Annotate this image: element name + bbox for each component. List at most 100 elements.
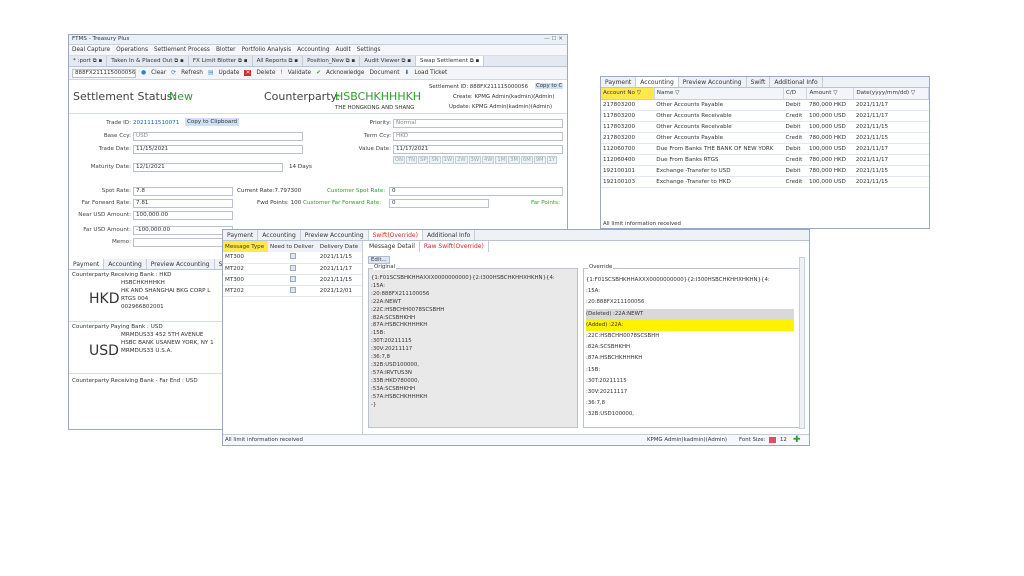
ticket-id-input[interactable]: 888FX211115000056 (72, 68, 136, 78)
table-row[interactable]: 117803200 Other Accounts Receivable Credit… (601, 110, 929, 121)
table-row[interactable]: 192100103 Exchange -Transfer to HKD Credit… (601, 176, 929, 187)
tenor-button[interactable]: 3M (508, 156, 520, 164)
table-row[interactable]: 117803200 Other Accounts Receivable Debit 1… (601, 121, 929, 132)
tenor-button[interactable]: 3W (468, 156, 481, 164)
cust-spot-input[interactable]: 0 (389, 187, 563, 196)
table-row[interactable]: 112060700 Due From Banks THE BANK OF NEW … (601, 143, 929, 154)
accounting-tab[interactable]: Accounting (636, 77, 679, 87)
table-cell: Exchange -Transfer to HKD (656, 178, 731, 185)
table-row[interactable]: 112060400 Due From Banks RTGS Credit 780,00… (601, 154, 929, 165)
table-row[interactable]: 192100101 Exchange -Transfer to USD Debit 7… (601, 165, 929, 176)
tenor-button[interactable]: SN (429, 156, 441, 164)
menu-item[interactable]: Accounting (297, 47, 329, 53)
message-row[interactable]: MT300 2021/11/15 (223, 274, 362, 285)
edit-button[interactable]: Edit... (368, 256, 390, 264)
bottom-tab[interactable]: Preview Accounting (147, 259, 215, 269)
detail-tab[interactable]: Raw Swift(Override) (420, 241, 489, 252)
message-row[interactable]: MT202 2021/11/17 (223, 263, 362, 274)
deliver-checkbox[interactable] (289, 264, 296, 271)
bottom-tab[interactable]: Accounting (104, 259, 147, 269)
menu-item[interactable]: Portfolio Analysis (242, 47, 292, 53)
column-header[interactable]: C/D (783, 88, 808, 99)
delete-button[interactable]: Delete (256, 70, 275, 76)
window-controls[interactable]: — ☐ ✕ (544, 36, 563, 42)
spot-rate-input[interactable]: 7.8 (133, 187, 233, 196)
tenor-button[interactable]: 1M (495, 156, 508, 164)
message-column-header[interactable]: Delivery Date (318, 241, 362, 252)
swift-tab[interactable]: Additional Info (423, 230, 476, 240)
menu-item[interactable]: Audit (336, 47, 351, 53)
refresh-button[interactable]: Refresh (181, 70, 203, 76)
override-scrollbar[interactable] (799, 257, 805, 429)
message-column-header[interactable]: Need to Deliver (268, 241, 318, 252)
receiving-bank-title: Counterparty Receiving Bank : HKD (72, 272, 172, 278)
font-increase-button[interactable]: ✚ (793, 435, 801, 445)
message-column-header[interactable]: Message Type (223, 241, 269, 252)
term-ccy-select[interactable]: HKD (393, 132, 563, 141)
accounting-tab[interactable]: Preview Accounting (679, 77, 747, 87)
table-row[interactable]: 217803200 Other Accounts Payable Credit 780… (601, 132, 929, 143)
maturity-input[interactable]: 12/1/2021 (133, 163, 283, 172)
update-button[interactable]: Update (218, 70, 239, 76)
accounting-tab[interactable]: Additional Info (770, 77, 823, 87)
message-row[interactable]: MT300 2021/11/15 (223, 252, 362, 263)
document-button[interactable]: Document (369, 70, 399, 76)
deliver-checkbox[interactable] (289, 286, 296, 293)
bottom-tab[interactable]: Payment (69, 259, 105, 269)
priority-select[interactable]: Normal (393, 119, 563, 128)
clear-button[interactable]: Clear (151, 70, 166, 76)
detail-tab[interactable]: Message Detail (365, 241, 420, 252)
menu-item[interactable]: Deal Capture (72, 47, 110, 53)
doc-tab[interactable]: All Reports ⧉ ▪ (253, 56, 304, 66)
trade-date-input[interactable]: 11/15/2021 (133, 145, 303, 154)
doc-tab[interactable]: * :port ⧉ ▪ (69, 56, 108, 66)
column-header[interactable]: Name ▽ (654, 88, 784, 99)
acknowledge-button[interactable]: Acknowledge (326, 70, 364, 76)
tenor-button[interactable]: 1Y (546, 156, 557, 164)
far-usd-input[interactable]: -100,000.00 (133, 226, 233, 235)
tenor-button[interactable]: ON (393, 156, 405, 164)
cust-far-input[interactable]: 0 (389, 199, 489, 208)
near-usd-input[interactable]: 100,000.00 (133, 211, 233, 220)
deliver-checkbox[interactable] (289, 275, 296, 282)
swift-tab[interactable]: Swift(Override) (368, 230, 423, 240)
tenor-button[interactable]: 2W (455, 156, 468, 164)
override-text[interactable]: {1:F01SCSBHKHHAXXX0000000000}{2:I300HSBC… (586, 275, 794, 421)
tenor-button[interactable]: SP (418, 156, 429, 164)
tenor-button[interactable]: 6M (520, 156, 533, 164)
copy-clipboard-button[interactable]: Copy to Clipboard (185, 118, 240, 126)
load-ticket-button[interactable]: Load Ticket (414, 70, 447, 76)
swift-tab[interactable]: Accounting (258, 230, 301, 240)
column-header[interactable]: Account No ▽ (601, 88, 655, 99)
swift-tab[interactable]: Payment (223, 230, 259, 240)
column-header[interactable]: Date(yyyy/mm/dd) ▽ (853, 88, 929, 99)
tenor-button[interactable]: TN (405, 156, 418, 164)
table-row[interactable]: 217803200 Other Accounts Payable Debit 780,… (601, 99, 929, 110)
doc-tab[interactable]: Audit Viewer ⧉ ▪ (360, 56, 417, 66)
menu-item[interactable]: Settlement Process (154, 47, 210, 53)
column-header[interactable]: Amount ▽ (806, 88, 855, 99)
accounting-tab[interactable]: Swift (747, 77, 771, 87)
memo-input[interactable] (133, 238, 233, 247)
copy-button[interactable]: Copy to C (535, 83, 564, 89)
tenor-button[interactable]: 9M (533, 156, 546, 164)
value-date-input[interactable]: 11/17/2021 (393, 145, 563, 154)
deliver-checkbox[interactable] (289, 253, 296, 260)
tenor-button[interactable]: 4W (481, 156, 495, 164)
menu-item[interactable]: Blotter (216, 47, 236, 53)
validate-button[interactable]: Validate (288, 70, 311, 76)
font-decrease-button[interactable] (769, 437, 776, 443)
menu-item[interactable]: Operations (116, 47, 148, 53)
menu-item[interactable]: Settings (357, 47, 381, 53)
message-row[interactable]: MT202 2021/12/01 (223, 285, 362, 296)
doc-tab[interactable]: FX Limit Blotter ⧉ ▪ (189, 56, 253, 66)
tenor-button[interactable]: 1W (441, 156, 455, 164)
doc-tab[interactable]: Taken In & Placed Out ⧉ ▪ (107, 56, 189, 66)
base-ccy-select[interactable]: USD (133, 132, 303, 141)
far-fwd-input[interactable]: 7.81 (133, 199, 233, 208)
doc-tab[interactable]: Swap Settlement ⧉ ▪ (416, 56, 485, 66)
doc-tab[interactable]: Position_New ⧉ ▪ (303, 56, 361, 66)
accounting-tab[interactable]: Payment (601, 77, 637, 87)
receiving-bank-line: RTGS 004 (121, 296, 149, 302)
swift-tab[interactable]: Preview Accounting (301, 230, 369, 240)
